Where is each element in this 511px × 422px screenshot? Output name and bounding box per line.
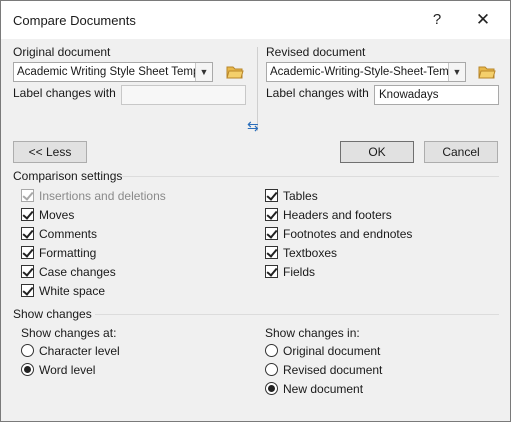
original-document-option-label: Original document <box>283 344 381 358</box>
insertions-deletions-label: Insertions and deletions <box>39 189 166 203</box>
revised-label-changes-label: Label changes with <box>266 86 369 100</box>
revised-document-radio[interactable] <box>265 363 278 376</box>
fields-checkbox[interactable] <box>265 265 278 278</box>
white-space-label: White space <box>39 284 106 298</box>
case-changes-label: Case changes <box>39 265 116 279</box>
chevron-down-icon[interactable]: ▼ <box>195 63 212 81</box>
fields-label: Fields <box>283 265 316 279</box>
revised-document-value: Academic-Writing-Style-Sheet-Tem <box>270 66 448 78</box>
section-divider <box>121 176 499 177</box>
moves-label: Moves <box>39 208 75 222</box>
original-document-radio[interactable] <box>265 344 278 357</box>
cancel-button[interactable]: Cancel <box>424 141 498 163</box>
revised-document-label: Revised document <box>266 45 366 59</box>
revised-document-combo[interactable]: Academic-Writing-Style-Sheet-Tem ▼ <box>266 62 466 82</box>
ok-button[interactable]: OK <box>340 141 414 163</box>
original-document-combo[interactable]: Academic Writing Style Sheet Temp ▼ <box>13 62 213 82</box>
revised-label-changes-input[interactable]: Knowadays <box>374 85 499 105</box>
new-document-option-label: New document <box>283 382 364 396</box>
swap-documents-icon[interactable]: ⇆ <box>247 118 259 135</box>
moves-checkbox[interactable] <box>21 208 34 221</box>
section-divider <box>95 314 499 315</box>
white-space-checkbox[interactable] <box>21 284 34 297</box>
word-level-radio[interactable] <box>21 363 34 376</box>
original-label-changes-label: Label changes with <box>13 86 116 100</box>
new-document-radio[interactable] <box>265 382 278 395</box>
tables-label: Tables <box>283 189 318 203</box>
dialog-title: Compare Documents <box>13 13 136 28</box>
compare-documents-dialog: Compare Documents ? ✕ Original document … <box>0 0 511 422</box>
show-changes-at-label: Show changes at: <box>21 326 117 340</box>
textboxes-label: Textboxes <box>283 246 338 260</box>
character-level-radio[interactable] <box>21 344 34 357</box>
comments-label: Comments <box>39 227 98 241</box>
show-changes-in-label: Show changes in: <box>265 326 360 340</box>
character-level-label: Character level <box>39 344 120 358</box>
revised-document-option-label: Revised document <box>283 363 383 377</box>
comparison-settings-heading: Comparison settings <box>13 169 123 183</box>
footnotes-endnotes-checkbox[interactable] <box>265 227 278 240</box>
close-button[interactable]: ✕ <box>461 1 505 39</box>
word-level-label: Word level <box>39 363 96 377</box>
folder-open-icon[interactable] <box>226 65 244 79</box>
textboxes-checkbox[interactable] <box>265 246 278 259</box>
formatting-label: Formatting <box>39 246 97 260</box>
folder-open-icon[interactable] <box>478 65 496 79</box>
tables-checkbox[interactable] <box>265 189 278 202</box>
original-document-label: Original document <box>13 45 111 59</box>
headers-footers-checkbox[interactable] <box>265 208 278 221</box>
show-changes-heading: Show changes <box>13 307 92 321</box>
original-label-changes-input[interactable] <box>121 85 246 105</box>
formatting-checkbox[interactable] <box>21 246 34 259</box>
headers-footers-label: Headers and footers <box>283 208 392 222</box>
insertions-deletions-checkbox <box>21 189 34 202</box>
title-bar: Compare Documents ? ✕ <box>1 1 510 39</box>
case-changes-checkbox[interactable] <box>21 265 34 278</box>
chevron-down-icon[interactable]: ▼ <box>448 63 465 81</box>
less-button[interactable]: << Less <box>13 141 87 163</box>
comments-checkbox[interactable] <box>21 227 34 240</box>
footnotes-endnotes-label: Footnotes and endnotes <box>283 227 413 241</box>
original-document-value: Academic Writing Style Sheet Temp <box>17 66 195 78</box>
help-button[interactable]: ? <box>415 1 459 39</box>
